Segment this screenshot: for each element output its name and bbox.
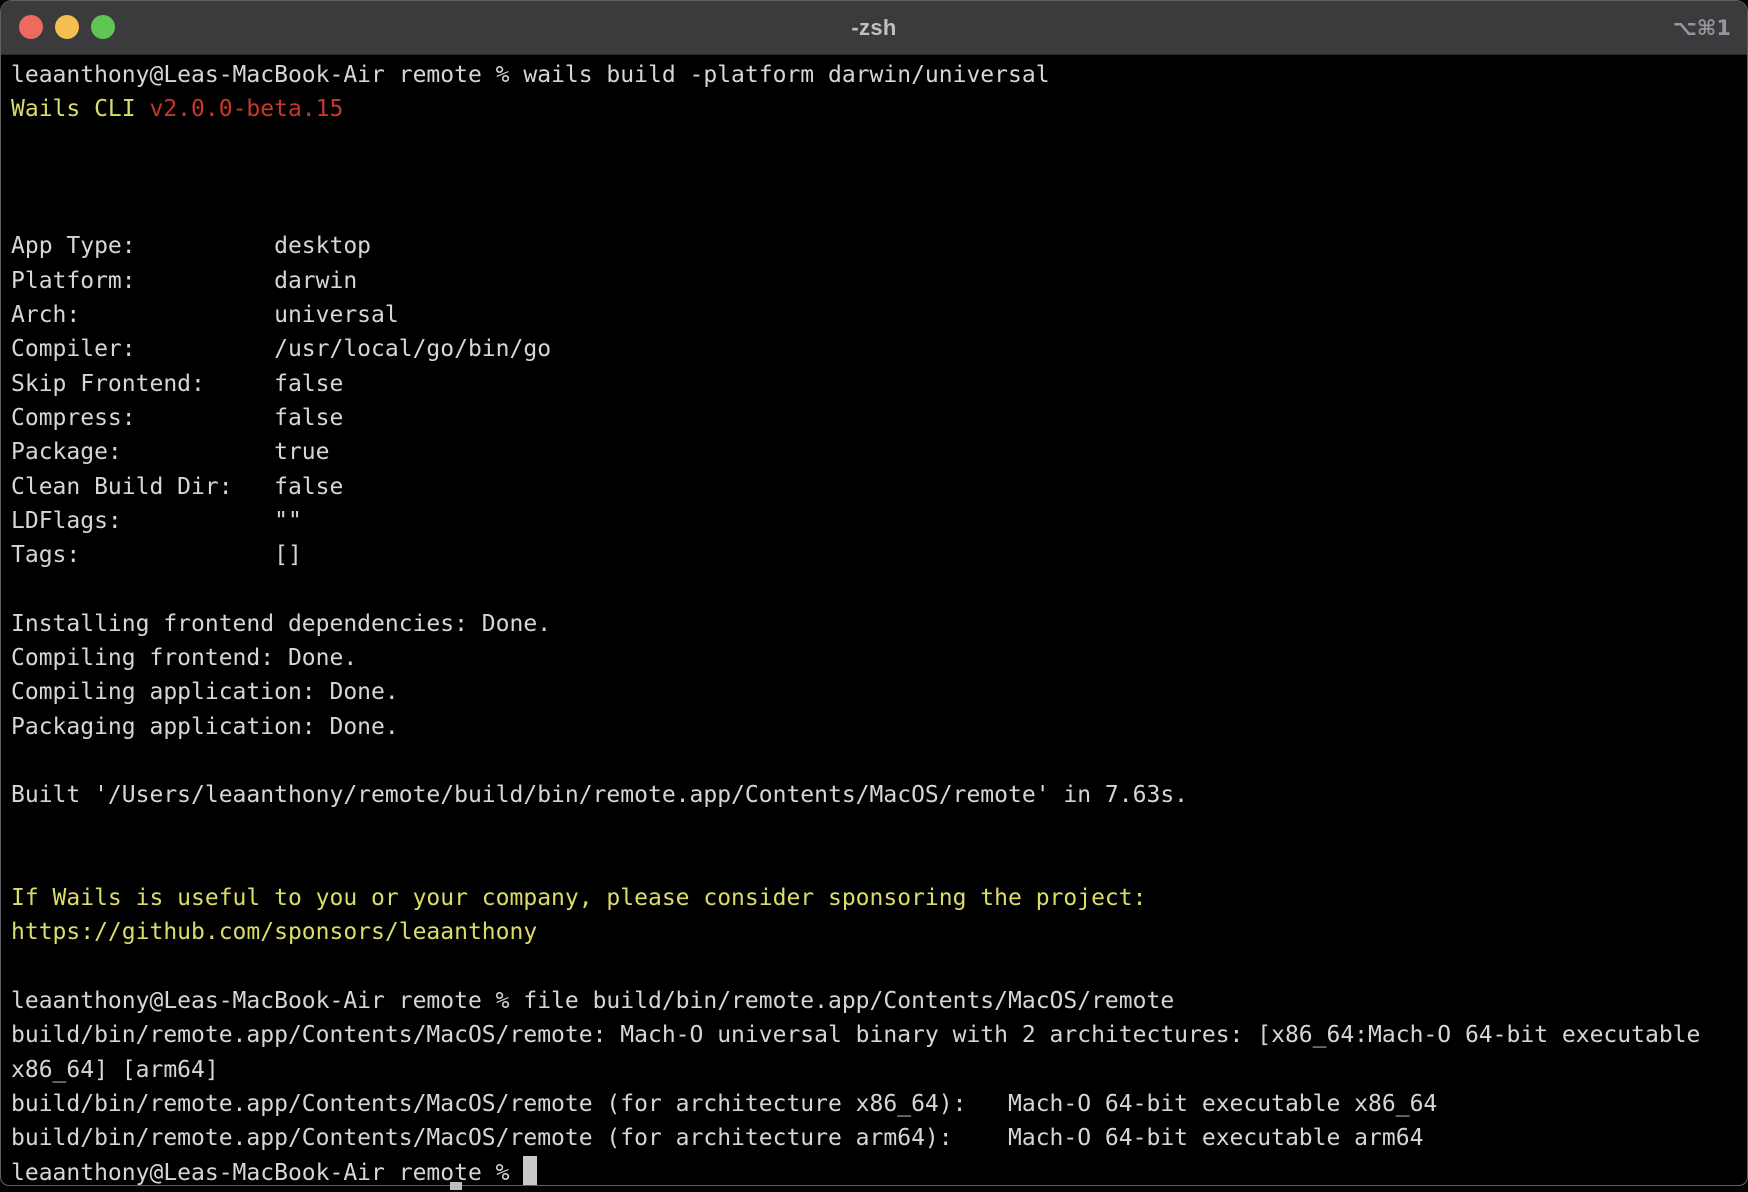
terminal-line: https://github.com/sponsors/leaanthony (11, 915, 1737, 949)
terminal-line: App Type: desktop (11, 229, 1737, 263)
background-window-sliver (0, 1186, 1748, 1192)
window-title: -zsh (1, 1, 1747, 54)
terminal-text-segment: Clean Build Dir: false (11, 474, 343, 500)
terminal-line: Skip Frontend: false (11, 367, 1737, 401)
desktop-background: -zsh ⌥⌘1 leaanthony@Leas-MacBook-Air rem… (0, 0, 1748, 1192)
terminal-line: Arch: universal (11, 298, 1737, 332)
terminal-text-segment: App Type: desktop (11, 233, 371, 259)
terminal-line: x86_64] [arm64] (11, 1053, 1737, 1087)
terminal-text-segment: leaanthony@Leas-MacBook-Air remote % wai… (11, 62, 1050, 88)
terminal-text-segment: leaanthony@Leas-MacBook-Air remote % fil… (11, 988, 1174, 1014)
terminal-line (11, 572, 1737, 606)
terminal-line: Wails CLI v2.0.0-beta.15 (11, 92, 1737, 126)
terminal-text-segment: Compress: false (11, 405, 343, 431)
terminal-text-segment: Arch: universal (11, 302, 399, 328)
terminal-text-segment: Installing frontend dependencies: Done. (11, 611, 551, 637)
terminal-line: build/bin/remote.app/Contents/MacOS/remo… (11, 1087, 1737, 1121)
terminal-text-segment: v2.0.0-beta.15 (149, 96, 343, 122)
terminal-line (11, 744, 1737, 778)
terminal-line (11, 127, 1737, 161)
terminal-text-segment: Wails CLI (11, 96, 149, 122)
terminal-line: Built '/Users/leaanthony/remote/build/bi… (11, 778, 1737, 812)
terminal-text-segment: x86_64] [arm64] (11, 1057, 219, 1083)
terminal-line: leaanthony@Leas-MacBook-Air remote % (11, 1156, 1737, 1187)
terminal-line: leaanthony@Leas-MacBook-Air remote % wai… (11, 58, 1737, 92)
terminal-line (11, 161, 1737, 195)
terminal-text-segment: https://github.com/sponsors/leaanthony (11, 919, 537, 945)
terminal-text-segment: Tags: [] (11, 542, 302, 568)
terminal-text-segment: If Wails is useful to you or your compan… (11, 885, 1146, 911)
terminal-line (11, 950, 1737, 984)
terminal-text-segment: build/bin/remote.app/Contents/MacOS/remo… (11, 1125, 1423, 1151)
terminal-line: Tags: [] (11, 538, 1737, 572)
terminal-text-segment: leaanthony@Leas-MacBook-Air remote % (11, 1160, 523, 1186)
terminal-line: Compiler: /usr/local/go/bin/go (11, 332, 1737, 366)
terminal-line: Compiling frontend: Done. (11, 641, 1737, 675)
terminal-line: Compress: false (11, 401, 1737, 435)
terminal-text-segment: Packaging application: Done. (11, 714, 399, 740)
terminal-cursor (523, 1156, 537, 1186)
terminal-text-segment: Compiling frontend: Done. (11, 645, 357, 671)
terminal-line: Platform: darwin (11, 264, 1737, 298)
terminal-text-segment: LDFlags: "" (11, 508, 302, 534)
terminal-output[interactable]: leaanthony@Leas-MacBook-Air remote % wai… (1, 55, 1747, 1185)
terminal-line: LDFlags: "" (11, 504, 1737, 538)
terminal-line: build/bin/remote.app/Contents/MacOS/remo… (11, 1018, 1737, 1052)
terminal-line: build/bin/remote.app/Contents/MacOS/remo… (11, 1121, 1737, 1155)
terminal-text-segment: build/bin/remote.app/Contents/MacOS/remo… (11, 1022, 1700, 1048)
titlebar[interactable]: -zsh ⌥⌘1 (1, 1, 1747, 55)
background-window-fragment (450, 1182, 462, 1190)
terminal-line: Package: true (11, 435, 1737, 469)
tab-shortcut-badge: ⌥⌘1 (1673, 1, 1731, 54)
terminal-line (11, 195, 1737, 229)
terminal-text-segment: Compiling application: Done. (11, 679, 399, 705)
terminal-line: Installing frontend dependencies: Done. (11, 607, 1737, 641)
terminal-text-segment: build/bin/remote.app/Contents/MacOS/remo… (11, 1091, 1437, 1117)
terminal-line: If Wails is useful to you or your compan… (11, 881, 1737, 915)
terminal-text-segment: Skip Frontend: false (11, 371, 343, 397)
terminal-text-segment: Package: true (11, 439, 330, 465)
terminal-text-segment: Platform: darwin (11, 268, 357, 294)
terminal-line: Clean Build Dir: false (11, 470, 1737, 504)
terminal-window: -zsh ⌥⌘1 leaanthony@Leas-MacBook-Air rem… (0, 0, 1748, 1186)
terminal-line (11, 847, 1737, 881)
terminal-line: leaanthony@Leas-MacBook-Air remote % fil… (11, 984, 1737, 1018)
terminal-text-segment: Compiler: /usr/local/go/bin/go (11, 336, 551, 362)
terminal-line: Compiling application: Done. (11, 675, 1737, 709)
terminal-line (11, 813, 1737, 847)
terminal-text-segment: Built '/Users/leaanthony/remote/build/bi… (11, 782, 1188, 808)
terminal-line: Packaging application: Done. (11, 710, 1737, 744)
